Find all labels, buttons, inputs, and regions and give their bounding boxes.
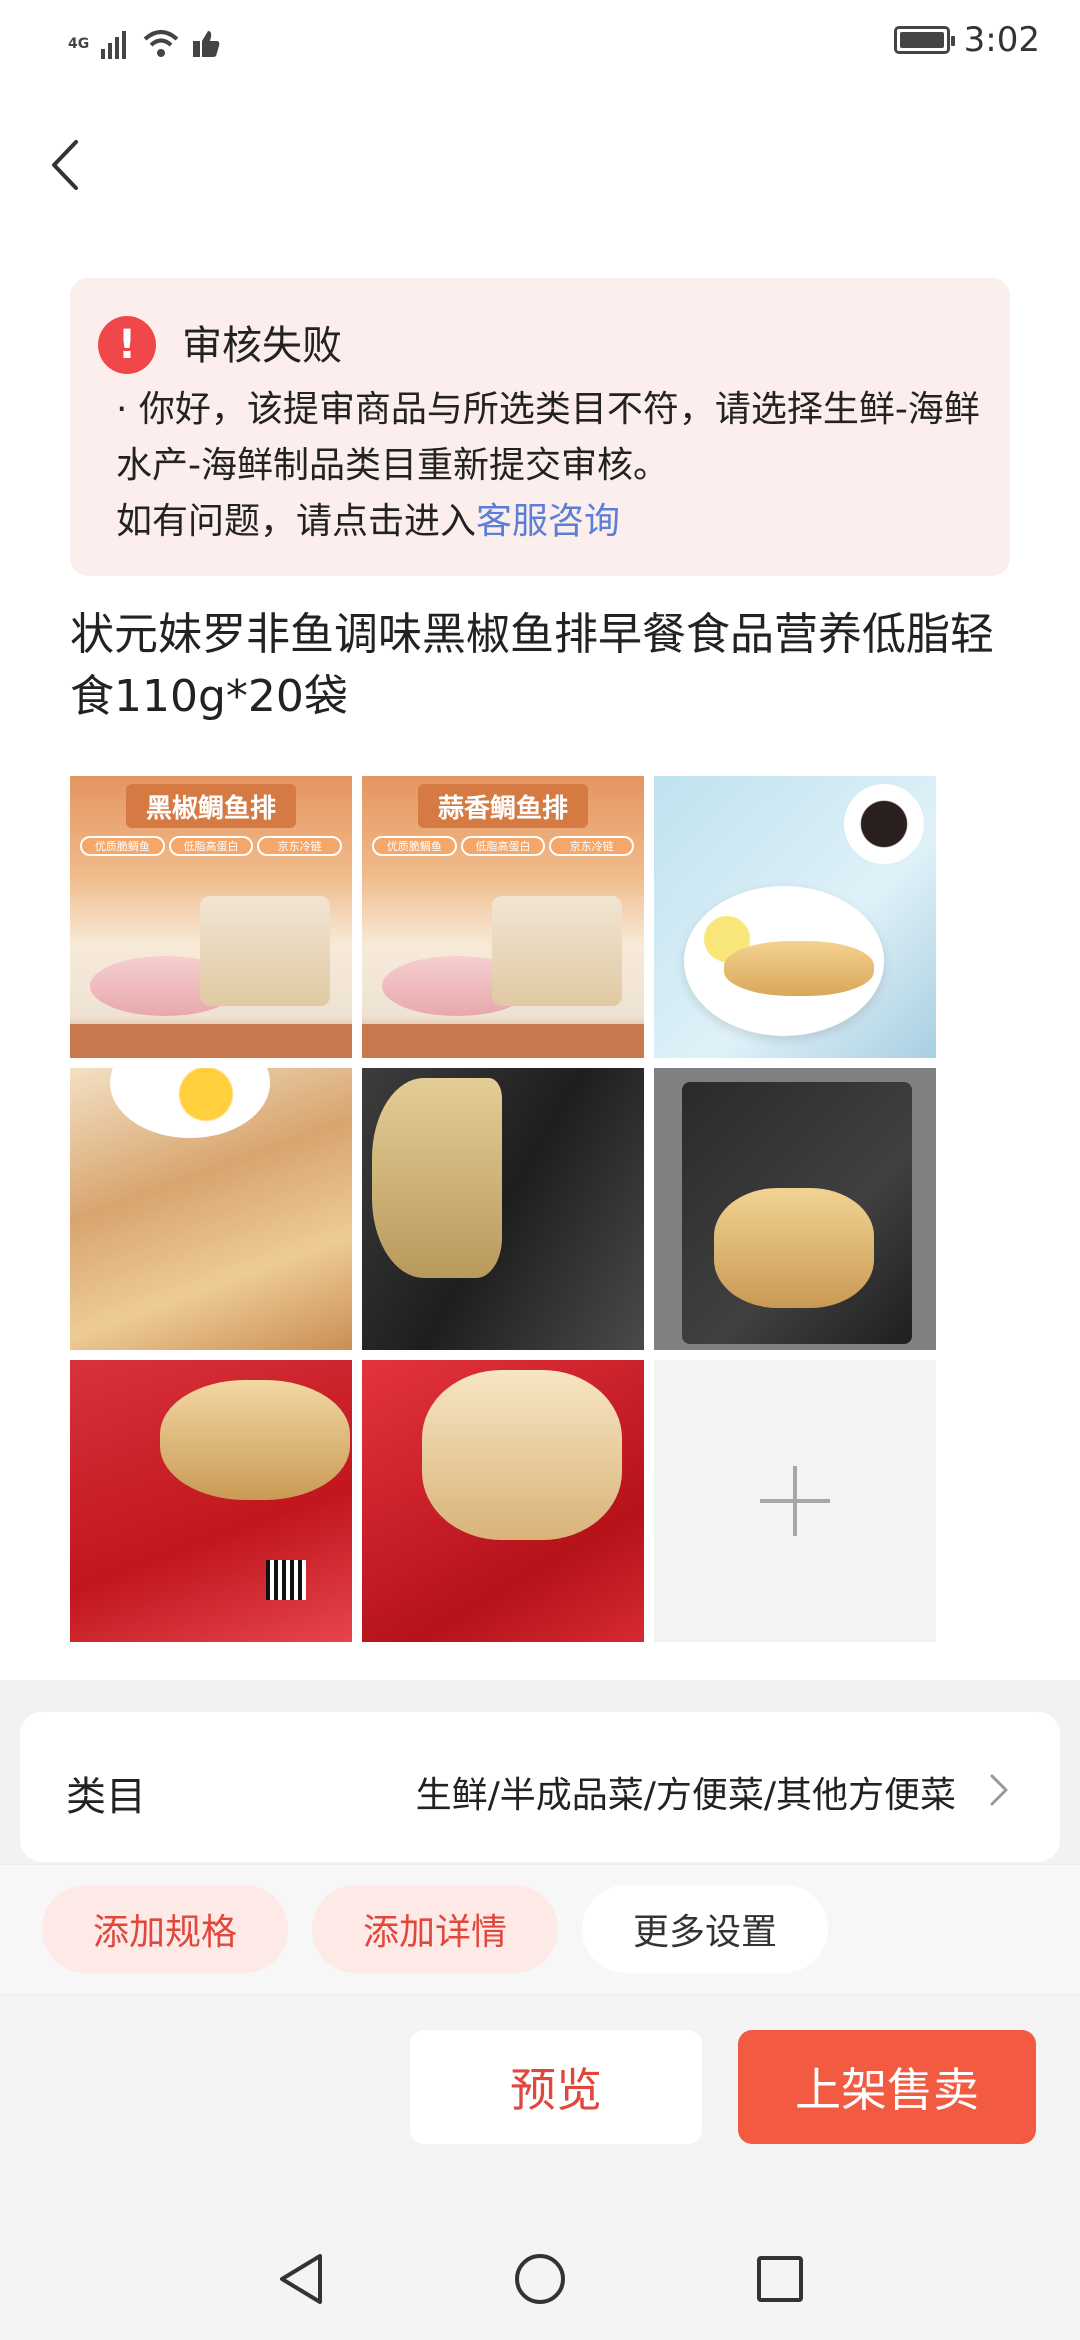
product-image-3[interactable] xyxy=(654,776,936,1058)
clock: 3:02 xyxy=(963,20,1040,60)
nav-recent-button[interactable] xyxy=(745,2244,815,2314)
product-image-6[interactable] xyxy=(654,1068,936,1350)
image-chip: 优质脆鲷鱼 xyxy=(372,836,457,856)
customer-service-link[interactable]: 客服咨询 xyxy=(476,501,620,542)
image-footer xyxy=(362,1024,644,1058)
fish-fillet-graphic xyxy=(160,1380,350,1500)
review-failed-card: ! 审核失败 · 你好，该提审商品与所选类目不符，请选择生鲜-海鲜水产-海鲜制品… xyxy=(70,278,1010,576)
nav-home-button[interactable] xyxy=(505,2244,575,2314)
category-row[interactable]: 类目 生鲜/半成品菜/方便菜/其他方便菜 xyxy=(20,1712,1060,1862)
image-footer xyxy=(70,1024,352,1058)
image-banner: 黑椒鲷鱼排 xyxy=(126,784,296,828)
image-chip: 京东冷链 xyxy=(257,836,343,856)
thumbs-up-icon xyxy=(193,31,220,57)
more-settings-button[interactable]: 更多设置 xyxy=(582,1885,828,1973)
status-bar: 4G 3:02 xyxy=(0,0,1080,92)
qr-code-graphic xyxy=(266,1560,306,1600)
product-image-2[interactable]: 蒜香鲷鱼排 优质脆鲷鱼 低脂高蛋白 京东冷链 xyxy=(362,776,644,1058)
square-recent-icon xyxy=(757,2256,803,2302)
category-label: 类目 xyxy=(66,1774,146,1820)
product-image-5[interactable] xyxy=(362,1068,644,1350)
status-icons: 4G xyxy=(68,22,221,66)
package-graphic xyxy=(492,896,622,1006)
chevron-left-icon xyxy=(52,140,78,190)
product-image-1[interactable]: 黑椒鲷鱼排 优质脆鲷鱼 低脂高蛋白 京东冷链 xyxy=(70,776,352,1058)
image-chip: 低脂高蛋白 xyxy=(460,836,546,856)
page: 4G 3:02 ! 审核失败 · 你好，该提审商品与所选类目不符，请选择生鲜-海… xyxy=(0,0,1080,2340)
image-chip: 低脂高蛋白 xyxy=(168,836,254,856)
image-banner: 蒜香鲷鱼排 xyxy=(418,784,588,828)
product-image-4[interactable] xyxy=(70,1068,352,1350)
pepper-bowl-graphic xyxy=(844,784,924,864)
add-image-button[interactable] xyxy=(654,1360,936,1642)
nav-back-button[interactable] xyxy=(266,2244,336,2314)
fish-fillet-graphic xyxy=(714,1188,874,1308)
image-chip: 优质脆鲷鱼 xyxy=(80,836,165,856)
wifi-icon xyxy=(143,30,179,57)
add-detail-button[interactable]: 添加详情 xyxy=(312,1885,558,1973)
bottom-action-bar: 预览 上架售卖 xyxy=(0,1996,1080,2216)
fish-fillet-graphic xyxy=(724,941,874,996)
product-image-7[interactable] xyxy=(70,1360,352,1642)
network-type: 4G xyxy=(68,36,90,52)
product-image-8[interactable] xyxy=(362,1360,644,1642)
review-failed-title: 审核失败 xyxy=(182,323,342,369)
image-chips: 优质脆鲷鱼 低脂高蛋白 京东冷链 xyxy=(372,836,635,856)
chevron-right-icon xyxy=(990,1774,1008,1806)
add-spec-button[interactable]: 添加规格 xyxy=(42,1885,288,1973)
image-chips: 优质脆鲷鱼 低脂高蛋白 京东冷链 xyxy=(80,836,343,856)
options-bar: 添加规格 添加详情 更多设置 xyxy=(0,1864,1080,1994)
system-nav-bar xyxy=(0,2216,1080,2340)
signal-icon xyxy=(101,31,127,59)
help-line: 如有问题，请点击进入客服咨询 xyxy=(116,494,620,550)
preview-button[interactable]: 预览 xyxy=(410,2030,702,2144)
product-title[interactable]: 状元妹罗非鱼调味黑椒鱼排早餐食品营养低脂轻食110g*20袋 xyxy=(70,604,1010,728)
circle-home-icon xyxy=(515,2254,565,2304)
fish-fillet-graphic xyxy=(372,1078,502,1278)
triangle-back-icon xyxy=(280,2254,322,2304)
status-right: 3:02 xyxy=(893,20,1040,60)
review-failed-message: · 你好，该提审商品与所选类目不符，请选择生鲜-海鲜水产-海鲜制品类目重新提交审… xyxy=(116,389,980,486)
package-graphic xyxy=(200,896,330,1006)
fish-fillet-graphic xyxy=(422,1370,622,1540)
error-icon: ! xyxy=(98,316,156,374)
back-button[interactable] xyxy=(40,130,90,200)
help-prefix: 如有问题，请点击进入 xyxy=(116,501,477,542)
plus-icon xyxy=(760,1466,830,1536)
list-for-sale-button[interactable]: 上架售卖 xyxy=(738,2030,1036,2144)
egg-graphic xyxy=(110,1068,270,1138)
image-chip: 京东冷链 xyxy=(549,836,635,856)
battery-icon xyxy=(893,26,955,54)
category-value: 生鲜/半成品菜/方便菜/其他方便菜 xyxy=(415,1775,956,1816)
